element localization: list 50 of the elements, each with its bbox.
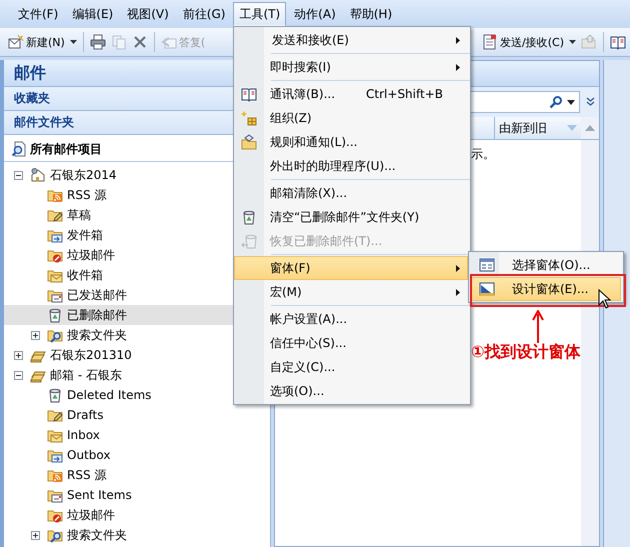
caret-icon[interactable]	[70, 40, 77, 44]
document-list-icon	[482, 34, 498, 50]
new-mail-icon	[8, 34, 24, 50]
sort-icon	[567, 125, 577, 131]
folder-item[interactable]: Inbox	[4, 425, 270, 445]
annotation-text: ①找到设计窗体	[471, 342, 581, 363]
folder-item[interactable]: RSS 源	[4, 465, 270, 485]
folder-item[interactable]: 垃圾邮件	[4, 505, 270, 525]
menu-item[interactable]: 发送和接收(E)	[236, 28, 468, 52]
caret-icon[interactable]	[567, 100, 575, 104]
trash-icon	[47, 307, 63, 323]
trash-icon	[47, 387, 63, 403]
folder-item[interactable]: Drafts	[4, 405, 270, 425]
folder-item[interactable]: Sent Items	[4, 485, 270, 505]
menu-item[interactable]: 设计窗体(E)...	[471, 277, 621, 301]
menu-item[interactable]: 视图(V)	[121, 2, 175, 26]
collapse-icon[interactable]	[14, 170, 23, 180]
folder-diamond-icon	[241, 134, 257, 150]
menu-item[interactable]: 文件(F)	[12, 2, 64, 26]
menu-item[interactable]: 前往(G)	[176, 2, 232, 26]
book-icon	[241, 86, 257, 102]
house-icon	[30, 167, 46, 183]
sparkle-grid-icon	[241, 110, 257, 126]
printer-icon[interactable]	[88, 32, 108, 52]
shortcut-text: Ctrl+Shift+B	[366, 87, 443, 101]
search-document-icon	[11, 141, 27, 157]
folder-item[interactable]: 搜索文件夹	[4, 525, 270, 545]
all-items-link[interactable]: 所有邮件项目	[30, 140, 102, 158]
search-icon[interactable]	[549, 95, 563, 109]
menu-item[interactable]: 动作(A)	[288, 2, 342, 26]
folder-item[interactable]: Outbox	[4, 445, 270, 465]
menu-item[interactable]: 窗体(F)	[234, 256, 468, 280]
empty-list-message: 示。	[471, 147, 495, 161]
form-icon	[479, 257, 495, 273]
toolbar-button[interactable]: 新建(N)	[6, 32, 67, 52]
toolbar-button[interactable]: 发送/接收(C)	[480, 32, 566, 52]
menu-item[interactable]: 帮助(H)	[344, 2, 398, 26]
collapse-icon[interactable]	[14, 370, 23, 380]
ruler-icon	[479, 281, 495, 297]
annotation-arrow	[532, 310, 544, 344]
menu-item[interactable]: 工具(T)	[233, 2, 286, 26]
expand-icon[interactable]	[14, 350, 23, 360]
expand-icon[interactable]	[31, 330, 40, 340]
caret-icon[interactable]	[569, 40, 576, 44]
trash-arrow-icon	[241, 233, 257, 249]
trash-icon	[241, 209, 257, 225]
menu-item[interactable]: 编辑(E)	[66, 2, 120, 26]
menu-item[interactable]: 选择窗体(O)...	[471, 253, 621, 277]
chevron-icon[interactable]	[586, 97, 595, 107]
expand-icon[interactable]	[31, 530, 40, 540]
